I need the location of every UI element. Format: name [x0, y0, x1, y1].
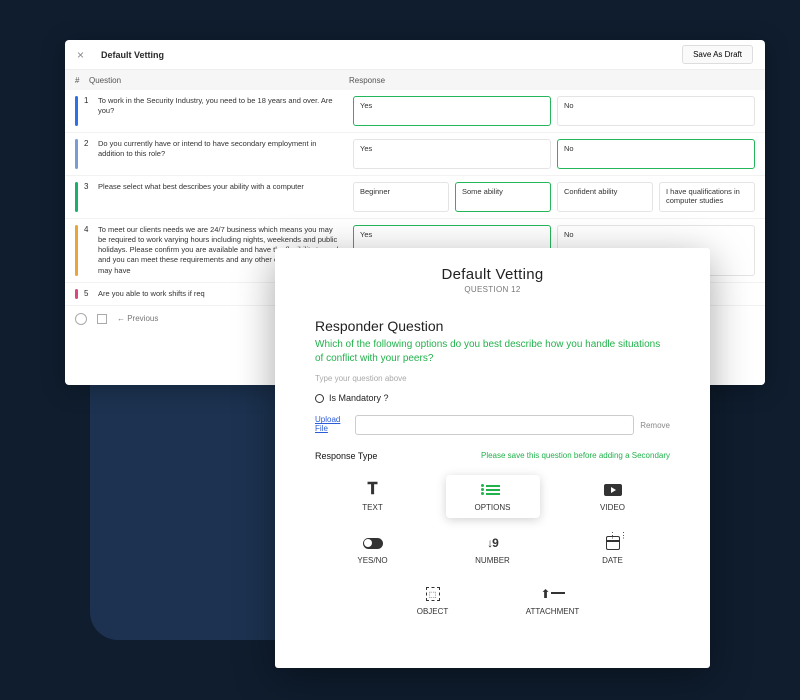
type-label: YES/NO: [357, 556, 387, 565]
row-accent: [75, 96, 78, 126]
number-icon: [487, 534, 498, 552]
type-label: TEXT: [362, 503, 382, 512]
remove-file-link[interactable]: Remove: [640, 421, 670, 430]
upload-file-link[interactable]: Upload File: [315, 416, 349, 434]
table-row: 1 To work in the Security Industry, you …: [65, 90, 765, 133]
response-options: Yes No: [353, 96, 755, 126]
grid-icon[interactable]: [97, 314, 107, 324]
type-text[interactable]: TEXT: [326, 475, 420, 518]
row-num: 4: [84, 225, 98, 276]
type-options[interactable]: OPTIONS: [446, 475, 540, 518]
radio-icon[interactable]: [315, 394, 324, 403]
option[interactable]: Beginner: [353, 182, 449, 212]
text-icon: [367, 481, 377, 499]
toggle-icon: [363, 534, 383, 552]
col-num: #: [75, 76, 89, 85]
editor-subtitle: QUESTION 12: [315, 285, 670, 294]
close-icon[interactable]: ×: [77, 48, 91, 62]
row-accent: [75, 289, 78, 299]
response-type-label: Response Type: [315, 451, 377, 461]
row-num: 3: [84, 182, 98, 212]
row-num: 5: [84, 289, 98, 299]
type-date[interactable]: DATE: [566, 528, 660, 571]
question-editor-panel: Default Vetting QUESTION 12 Responder Qu…: [275, 248, 710, 668]
type-label: DATE: [602, 556, 623, 565]
question-prompt[interactable]: Which of the following options do you be…: [315, 338, 670, 366]
panel-title: Default Vetting: [101, 50, 164, 60]
table-header: # Question Response: [65, 70, 765, 90]
calendar-icon: [606, 534, 620, 552]
question-text: To work in the Security Industry, you ne…: [98, 96, 353, 126]
response-type-row: Response Type Please save this question …: [315, 451, 670, 461]
type-label: OBJECT: [417, 607, 449, 616]
response-type-warning: Please save this question before adding …: [481, 451, 670, 461]
file-input[interactable]: [355, 415, 634, 435]
question-text: Please select what best describes your a…: [98, 182, 353, 212]
mandatory-label: Is Mandatory ?: [329, 393, 389, 403]
type-label: OPTIONS: [474, 503, 510, 512]
option[interactable]: Confident ability: [557, 182, 653, 212]
editor-title: Default Vetting: [315, 266, 670, 283]
response-options: Yes No: [353, 139, 755, 169]
row-num: 1: [84, 96, 98, 126]
row-accent: [75, 225, 78, 276]
response-options: Beginner Some ability Confident ability …: [353, 182, 755, 212]
type-yesno[interactable]: YES/NO: [326, 528, 420, 571]
col-question: Question: [89, 76, 349, 85]
upload-icon: [540, 585, 564, 603]
col-response: Response: [349, 76, 755, 85]
row-accent: [75, 182, 78, 212]
help-icon[interactable]: [75, 313, 87, 325]
option[interactable]: Yes: [353, 96, 551, 126]
row-num: 2: [84, 139, 98, 169]
options-icon: [486, 481, 500, 499]
type-label: ATTACHMENT: [526, 607, 579, 616]
option[interactable]: Yes: [353, 139, 551, 169]
upload-row: Upload File Remove: [315, 415, 670, 435]
mandatory-toggle[interactable]: Is Mandatory ?: [315, 393, 670, 403]
option[interactable]: No: [557, 96, 755, 126]
save-draft-button[interactable]: Save As Draft: [682, 45, 753, 64]
type-label: NUMBER: [475, 556, 510, 565]
type-label: VIDEO: [600, 503, 625, 512]
option[interactable]: Some ability: [455, 182, 551, 212]
response-type-grid: TEXT OPTIONS VIDEO YES/NO NUMBER DATE: [315, 475, 670, 571]
previous-button[interactable]: ← Previous: [117, 314, 158, 323]
type-object[interactable]: OBJECT: [386, 579, 480, 622]
option[interactable]: No: [557, 139, 755, 169]
type-number[interactable]: NUMBER: [446, 528, 540, 571]
response-type-grid-2: OBJECT ATTACHMENT: [315, 579, 670, 622]
question-text: Do you currently have or intend to have …: [98, 139, 353, 169]
type-attachment[interactable]: ATTACHMENT: [506, 579, 600, 622]
row-accent: [75, 139, 78, 169]
table-row: 3 Please select what best describes your…: [65, 176, 765, 219]
section-heading: Responder Question: [315, 318, 670, 334]
question-hint: Type your question above: [315, 374, 670, 383]
panel-header: × Default Vetting Save As Draft: [65, 40, 765, 70]
table-row: 2 Do you currently have or intend to hav…: [65, 133, 765, 176]
type-video[interactable]: VIDEO: [566, 475, 660, 518]
option[interactable]: I have qualifications in computer studie…: [659, 182, 755, 212]
object-icon: [426, 585, 440, 603]
video-icon: [604, 481, 622, 499]
